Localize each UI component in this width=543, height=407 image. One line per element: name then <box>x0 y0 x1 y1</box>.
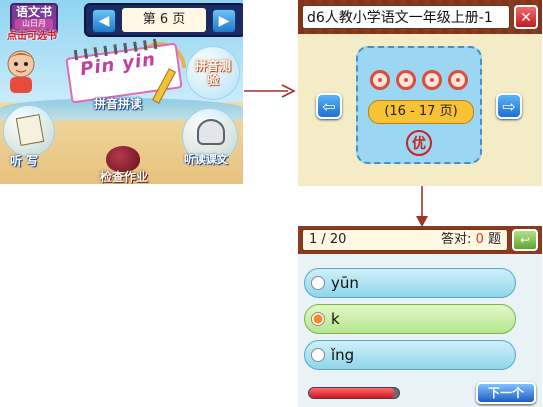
answer-option-selected[interactable]: k <box>304 304 516 334</box>
flow-arrow-right-icon <box>244 84 296 98</box>
check-homework-button[interactable]: 检查作业 <box>78 146 170 184</box>
pinyin-test-button[interactable]: 拼音测验 <box>186 46 240 100</box>
textbook-title: 语文书 <box>15 5 52 19</box>
headphones-icon <box>197 119 225 145</box>
radio-button[interactable] <box>311 276 325 290</box>
correct-count: 答对: 0 题 <box>441 230 501 250</box>
flower-icon <box>396 70 416 90</box>
book-title: d6人教小学语文一年级上册-1 <box>302 5 510 29</box>
answer-option[interactable]: yūn <box>304 268 516 298</box>
prev-unit-button[interactable]: ⇦ <box>316 93 342 119</box>
page-navigator: ◀ 第 6 页 ▶ <box>84 3 243 37</box>
return-arrow-icon: ↩ <box>519 233 531 247</box>
flower-icon <box>448 70 468 90</box>
quiz-header: 1 / 20 答对: 0 题 <box>302 229 508 251</box>
radio-button[interactable] <box>311 348 325 362</box>
top-bar: 1 / 20 答对: 0 题 ↩ <box>298 226 542 254</box>
flower-icon <box>370 70 390 90</box>
next-question-button[interactable]: 下一个 <box>476 382 536 404</box>
grade-stamp: 优 <box>406 130 432 156</box>
question-progress: 1 / 20 <box>309 232 347 247</box>
correct-unit: 题 <box>487 232 501 247</box>
next-page-button[interactable]: ▶ <box>212 9 236 33</box>
answer-option[interactable]: ǐng <box>304 340 516 370</box>
timer-progress-bar <box>308 387 400 399</box>
arrow-right-icon: ⇨ <box>502 97 516 116</box>
mascot-icon <box>7 50 35 93</box>
radio-button-selected[interactable] <box>311 312 325 326</box>
pinyin-reading-button[interactable]: Pin yin 拼音拼读 <box>64 37 186 114</box>
correct-label: 答对: <box>441 232 472 247</box>
option-text: k <box>331 310 340 328</box>
option-text: yūn <box>331 274 359 292</box>
timer-progress-fill <box>309 388 395 398</box>
flower-icon <box>422 70 442 90</box>
flow-arrow-down-icon <box>416 186 428 227</box>
back-button[interactable]: ↩ <box>512 229 538 251</box>
correct-number: 0 <box>475 232 484 247</box>
check-homework-label: 检查作业 <box>99 170 148 184</box>
pinyin-reading-label: 拼音拼读 <box>94 97 143 111</box>
top-bar: d6人教小学语文一年级上册-1 ✕ <box>298 0 542 34</box>
unit-card[interactable]: (16 - 17 页) 优 <box>356 46 482 164</box>
textbook-subtitle: 山日月 <box>15 19 53 29</box>
listen-text-button[interactable]: 听读课文 <box>182 108 238 166</box>
listen-text-label: 听读课文 <box>184 153 228 166</box>
unit-screen: d6人教小学语文一年级上册-1 ✕ ⇦ ⇨ (16 - 17 页) 优 <box>298 0 542 186</box>
page-range: (16 - 17 页) <box>368 100 474 124</box>
prev-page-button[interactable]: ◀ <box>92 9 116 33</box>
quiz-screen: 1 / 20 答对: 0 题 ↩ yūn k ǐng 下一个 <box>298 226 542 407</box>
close-icon: ✕ <box>520 10 532 26</box>
option-text: ǐng <box>331 346 355 364</box>
dictation-button[interactable]: 听 写 <box>3 105 55 168</box>
page-indicator: 第 6 页 <box>122 8 206 32</box>
pinyin-test-label: 拼音测验 <box>194 59 231 87</box>
triangle-right-icon: ▶ <box>218 13 230 29</box>
close-button[interactable]: ✕ <box>514 5 538 29</box>
triangle-left-icon: ◀ <box>98 13 110 29</box>
home-screen: 语文书 山日月 点击可选书 ◀ 第 6 页 ▶ Pin yin 拼音拼读 拼音测… <box>0 0 243 184</box>
arrow-left-icon: ⇦ <box>322 97 336 116</box>
dictation-label: 听 写 <box>10 154 39 168</box>
textbook-select-button[interactable]: 语文书 山日月 点击可选书 <box>6 3 58 45</box>
next-unit-button[interactable]: ⇨ <box>496 93 522 119</box>
notepad-icon <box>15 114 45 146</box>
textbook-hint: 点击可选书 <box>7 31 57 42</box>
